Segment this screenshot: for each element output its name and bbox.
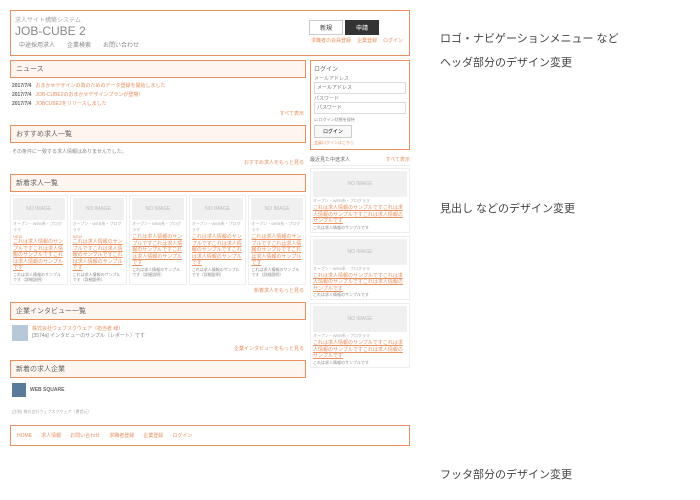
- job-card[interactable]: NO IMAGEオープン・WEB系・プログラマこれは求人情報のサンプルですこれは…: [129, 195, 187, 285]
- newjobs-heading: 新着求人一覧: [10, 174, 306, 192]
- nav-item[interactable]: 中途採用求人: [19, 40, 55, 49]
- companies-heading: 新着の求人企業: [10, 360, 306, 378]
- job-card[interactable]: NO IMAGEオープン・WEB系・プログラマこれは求人情報のサンプルですこれは…: [189, 195, 247, 285]
- footer-link[interactable]: 求職者登録: [109, 433, 134, 439]
- noimage-icon: NO IMAGE: [13, 198, 65, 220]
- featured-heading: おすすめ求人一覧: [10, 125, 306, 143]
- job-title[interactable]: これは求人情報のサンプルですこれは求人情報のサンプルですこれは求人情報のサンプル…: [73, 239, 125, 272]
- logo: 求人サイト構築システム JOB-CUBE 2: [15, 15, 143, 38]
- recent-section: 最近見た中途求人 すべて表示 NO IMAGEオープン・WEB系・プログラマこれは…: [310, 154, 410, 368]
- job-card[interactable]: NO IMAGEオープン・WEB系・プログラマこれは求人情報のサンプルですこれは…: [248, 195, 306, 285]
- avatar: [12, 325, 28, 341]
- job-title[interactable]: これは求人情報のサンプルですこれは求人情報のサンプルですこれは求人情報のサンプル…: [192, 234, 244, 267]
- interview-name[interactable]: 株式会社ウェブスクウェア（担当者 様）: [32, 325, 145, 332]
- tagline: 求人サイト構築システム: [15, 15, 143, 24]
- footer-link[interactable]: お問い合わせ: [70, 433, 100, 439]
- job-card[interactable]: NO IMAGEオープン・WEB系・プログラマNEWこれは求人情報のサンプルです…: [70, 195, 128, 285]
- news-item[interactable]: 2017/7/4JOB-CUBE2のおまかせデザインプランが登場！: [10, 90, 306, 99]
- apply-button[interactable]: 申請: [345, 20, 379, 35]
- recent-card[interactable]: NO IMAGEオープン・WEB系・プログラマこれは求人情報のサンプルですこれは…: [310, 168, 410, 233]
- recent-card[interactable]: NO IMAGEオープン・WEB系・プログラマこれは求人情報のサンプルですこれは…: [310, 236, 410, 301]
- featured-more[interactable]: おすすめ求人をもっと見る: [10, 157, 306, 168]
- job-title[interactable]: これは求人情報のサンプルですこれは求人情報のサンプルですこれは求人情報のサンプル…: [251, 234, 303, 267]
- header-links: 求職者の会員登録 企業登録 ログイン: [309, 35, 405, 46]
- noimage-icon: NO IMAGE: [251, 198, 303, 220]
- news-section: ニュース 2017/7/4おまかせデザインの為のためのデータ登録を開始しました …: [10, 60, 306, 119]
- news-heading: ニュース: [10, 60, 306, 78]
- interview-item[interactable]: 株式会社ウェブスクウェア（担当者 様）[3574a] インタビューのサンプル（レ…: [10, 323, 306, 343]
- forgot-link[interactable]: 会員ログインはこちら: [314, 140, 406, 146]
- recent-heading: 最近見た中途求人: [310, 156, 350, 163]
- interview-heading: 企業インタビュー一覧: [10, 302, 306, 320]
- job-title[interactable]: これは求人情報のサンプルですこれは求人情報のサンプルですこれは求人情報のサンプル…: [132, 234, 184, 267]
- companies-section: 新着の求人企業 WEB SQUARE: [10, 360, 306, 399]
- recent-card[interactable]: NO IMAGEオープン・WEB系・プログラマこれは求人情報のサンプルですこれは…: [310, 303, 410, 368]
- header-buttons: 新規 申請: [309, 20, 405, 35]
- newjobs-more[interactable]: 新着求人をもっと見る: [10, 285, 306, 296]
- email-field[interactable]: [314, 82, 406, 94]
- link[interactable]: 求職者の会員登録: [311, 37, 351, 44]
- noimage-icon: NO IMAGE: [313, 306, 407, 332]
- interview-section: 企業インタビュー一覧 株式会社ウェブスクウェア（担当者 様）[3574a] イン…: [10, 302, 306, 354]
- noimage-icon: NO IMAGE: [132, 198, 184, 220]
- footer-link[interactable]: 求人情報: [41, 433, 61, 439]
- recent-title[interactable]: これは求人情報のサンプルですこれは求人情報のサンプルですこれは求人情報のサンプル…: [313, 340, 407, 360]
- annotation-text: フッタ部分のデザイン変更: [440, 466, 680, 482]
- company-logo-icon: [12, 383, 26, 397]
- copyright: [注釈] 株式会社ウェブスクウェア（運営元）: [10, 405, 306, 419]
- footer: HOME· 求人情報· お問い合わせ· 求職者登録· 企業登録· ログイン: [10, 425, 410, 446]
- noimage-icon: NO IMAGE: [73, 198, 125, 220]
- header: 求人サイト構築システム JOB-CUBE 2 中途採用求人 企業検索 お問い合わ…: [10, 10, 410, 56]
- nav-item[interactable]: お問い合わせ: [103, 40, 139, 49]
- news-more[interactable]: すべて表示: [10, 108, 306, 119]
- news-item[interactable]: 2017/7/4おまかせデザインの為のためのデータ登録を開始しました: [10, 81, 306, 90]
- interview-text: [3574a] インタビューのサンプル（レポート）です: [32, 332, 145, 339]
- featured-section: おすすめ求人一覧 その条件に一致する求人情報はありませんでした。 おすすめ求人を…: [10, 125, 306, 168]
- interview-more[interactable]: 企業インタビューをもっと見る: [10, 343, 306, 354]
- login-box: ログイン メールアドレス パスワード ☑ ログイン状態を保持 ログイン 会員ログ…: [310, 60, 410, 150]
- noimage-icon: NO IMAGE: [313, 239, 407, 265]
- news-item[interactable]: 2017/7/4JOBCUBE2をリリースしました: [10, 99, 306, 108]
- annotations: ロゴ・ナビゲーションメニュー など ヘッダ部分のデザイン変更 見出し などのデザ…: [440, 10, 680, 490]
- email-label: メールアドレス: [314, 75, 406, 82]
- login-heading: ログイン: [314, 64, 406, 73]
- password-label: パスワード: [314, 95, 406, 102]
- newjobs-section: 新着求人一覧 NO IMAGEオープン・WEB系・プログラマNEWこれは求人情報…: [10, 174, 306, 296]
- login-button[interactable]: ログイン: [314, 125, 352, 138]
- annotation-text: ヘッダ部分のデザイン変更: [440, 54, 680, 70]
- annotation-text: 見出し などのデザイン変更: [440, 200, 680, 216]
- main-nav: 中途採用求人 企業検索 お問い合わせ: [15, 38, 143, 51]
- job-cards: NO IMAGEオープン・WEB系・プログラマNEWこれは求人情報のサンプルです…: [10, 195, 306, 285]
- password-field[interactable]: [314, 102, 406, 114]
- job-card[interactable]: NO IMAGEオープン・WEB系・プログラマNEWこれは求人情報のサンプルです…: [10, 195, 68, 285]
- recent-title[interactable]: これは求人情報のサンプルですこれは求人情報のサンプルですこれは求人情報のサンプル…: [313, 273, 407, 293]
- job-title[interactable]: これは求人情報のサンプルですこれは求人情報のサンプルですこれは求人情報のサンプル…: [13, 239, 65, 272]
- noimage-icon: NO IMAGE: [192, 198, 244, 220]
- recent-all[interactable]: すべて表示: [386, 156, 410, 163]
- remember-checkbox[interactable]: ☑ ログイン状態を保持: [314, 115, 406, 125]
- noimage-icon: NO IMAGE: [313, 171, 407, 197]
- company-item[interactable]: WEB SQUARE: [10, 381, 306, 399]
- footer-link[interactable]: ログイン: [172, 433, 192, 439]
- footer-link[interactable]: HOME: [17, 433, 32, 439]
- link[interactable]: ログイン: [383, 37, 403, 44]
- nav-item[interactable]: 企業検索: [67, 40, 91, 49]
- annotation-text: ロゴ・ナビゲーションメニュー など: [440, 30, 680, 46]
- footer-link[interactable]: 企業登録: [143, 433, 163, 439]
- link[interactable]: 企業登録: [357, 37, 377, 44]
- featured-empty: その条件に一致する求人情報はありませんでした。: [10, 146, 306, 157]
- recent-title[interactable]: これは求人情報のサンプルですこれは求人情報のサンプルですこれは求人情報のサンプル…: [313, 205, 407, 225]
- new-button[interactable]: 新規: [309, 20, 343, 35]
- page-mockup: 求人サイト構築システム JOB-CUBE 2 中途採用求人 企業検索 お問い合わ…: [10, 10, 410, 490]
